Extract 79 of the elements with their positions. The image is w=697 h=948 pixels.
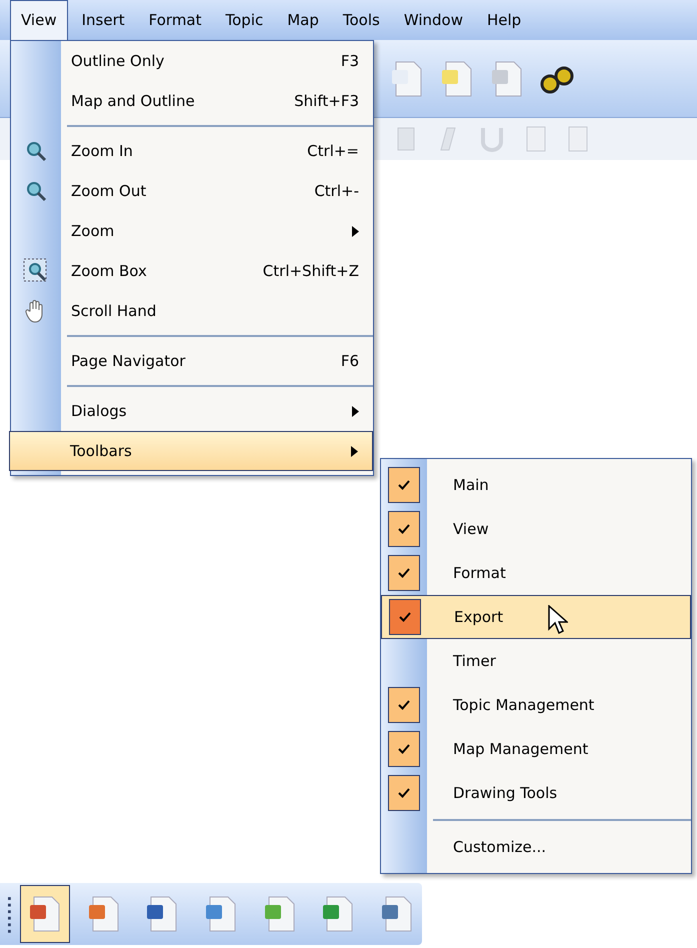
shortcut-text: F6 (340, 350, 359, 372)
menu-bar-item[interactable]: Topic (216, 0, 274, 40)
menu-item[interactable]: View (381, 507, 691, 551)
menu-item-label: Timer (453, 650, 496, 672)
check-icon (398, 788, 410, 798)
magnifier-icon (24, 139, 48, 163)
check-icon (398, 568, 410, 578)
menu-item-label: Toolbars (70, 440, 133, 462)
shortcut-text: Ctrl+= (307, 140, 359, 162)
check-icon (398, 700, 410, 710)
menu-bar-item[interactable]: Insert (72, 0, 135, 40)
menu-item[interactable]: Topic Management (381, 683, 691, 727)
menu-item-label: Dialogs (71, 400, 128, 422)
menu-bar-item[interactable]: Format (138, 0, 212, 40)
page-icon (567, 125, 589, 153)
menu-bar-item[interactable]: Map (277, 0, 329, 40)
menu-bar-item[interactable]: Tools (332, 0, 390, 40)
magnifier-icon (24, 179, 48, 203)
menu-item[interactable]: Scroll Hand (11, 291, 373, 331)
menu-item-label: Customize... (453, 836, 546, 858)
shortcut-text: Ctrl+Shift+Z (262, 260, 359, 282)
menu-item[interactable]: Drawing Tools (381, 771, 691, 815)
menu-item-label: Zoom (71, 220, 116, 242)
mouse-cursor-icon (548, 605, 568, 635)
shortcut-text: Ctrl+- (314, 180, 359, 202)
menu-item[interactable]: Outline Only F3 (11, 41, 373, 81)
menu-item-label: Zoom Out (71, 180, 148, 202)
menu-item[interactable]: Zoom (11, 211, 373, 251)
menu-item[interactable]: Zoom Out Ctrl+- (11, 171, 373, 211)
file-icon (380, 895, 414, 933)
menu-item-label: Zoom Box (71, 260, 148, 282)
menu-item-label: Map Management (453, 738, 588, 760)
menu-item[interactable]: Zoom In Ctrl+= (11, 131, 373, 171)
zoom-box-icon (23, 258, 49, 284)
menu-item[interactable]: Timer (381, 639, 691, 683)
menu-bar-item[interactable]: Window (394, 0, 473, 40)
menu-item[interactable]: Customize... (381, 825, 691, 869)
menu-item[interactable]: Export (381, 595, 691, 639)
menu-item[interactable]: Main (381, 463, 691, 507)
menu-item-label: Page Navigator (71, 350, 186, 372)
menu-item-label: Zoom In (71, 140, 134, 162)
menu-item-label: Main (453, 474, 489, 496)
submenu-arrow-icon (351, 446, 358, 456)
menu-bar-item[interactable]: Help (477, 0, 532, 40)
menu-bar-item[interactable]: View (10, 0, 68, 40)
menu-item-label: Topic Management (453, 694, 594, 716)
menu-item[interactable]: Map and Outline Shift+F3 (11, 81, 373, 121)
check-icon (398, 524, 410, 534)
menu-item-label: Drawing Tools (453, 782, 558, 804)
underline-icon (479, 126, 505, 152)
file-icon (28, 895, 62, 933)
file-icon (145, 895, 180, 933)
menu-item-label: Format (453, 562, 506, 584)
file-icon (321, 895, 356, 933)
check-icon (398, 480, 410, 490)
check-icon (399, 612, 411, 622)
menu-item[interactable]: Toolbars (9, 431, 373, 471)
menu-item-label: View (453, 518, 489, 540)
menu-item[interactable]: Page Navigator F6 (11, 341, 373, 381)
export-button[interactable] (20, 885, 70, 943)
submenu-arrow-icon (352, 226, 359, 236)
page-icon (525, 125, 547, 153)
document-icon (390, 60, 424, 98)
menu-item[interactable]: Zoom Box Ctrl+Shift+Z (11, 251, 373, 291)
menu-item-label: Scroll Hand (71, 300, 158, 322)
file-icon (262, 895, 297, 933)
file-icon (204, 895, 238, 933)
grip-icon (8, 894, 12, 934)
file-icon (86, 895, 121, 933)
menu-item[interactable]: Map Management (381, 727, 691, 771)
menu-item[interactable]: Dialogs (11, 391, 373, 431)
shortcut-text: F3 (340, 50, 359, 72)
submenu-arrow-icon (352, 406, 359, 416)
menu-item-label: Export (454, 606, 504, 628)
check-icon (398, 744, 410, 754)
menu-item-label: Map and Outline (71, 90, 196, 112)
menu-item[interactable]: Format (381, 551, 691, 595)
shortcut-text: Shift+F3 (294, 90, 359, 112)
menu-item-label: Outline Only (71, 50, 166, 72)
